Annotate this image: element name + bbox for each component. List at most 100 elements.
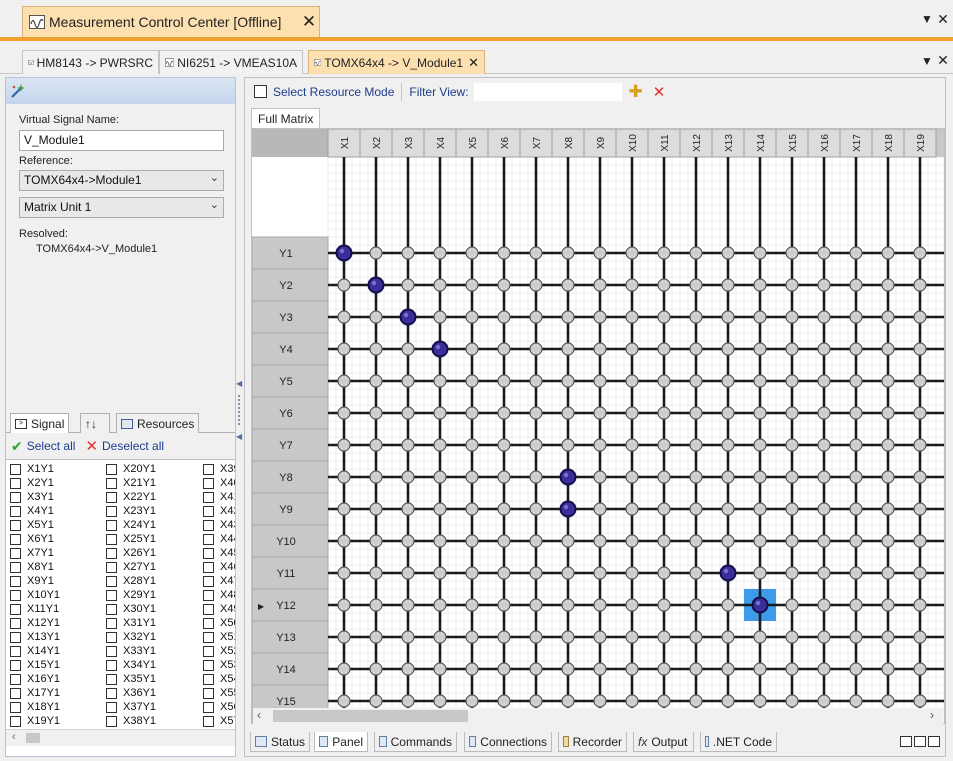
crosspoint[interactable] (785, 662, 799, 676)
tab-resources[interactable]: Resources (116, 413, 200, 433)
tab-sort[interactable]: ↑↓ (80, 413, 110, 433)
crosspoint[interactable] (849, 598, 863, 612)
crosspoint[interactable] (529, 246, 543, 260)
crosspoint[interactable] (913, 374, 927, 388)
crosspoint[interactable] (753, 470, 767, 484)
signal-checkbox[interactable]: X29Y1 (106, 588, 156, 602)
signal-checkbox[interactable]: X20Y1 (106, 462, 156, 476)
crosspoint[interactable] (529, 694, 543, 708)
crosspoint[interactable] (401, 406, 415, 420)
signal-checkbox[interactable]: X38Y1 (106, 714, 156, 728)
crosspoint[interactable] (625, 694, 639, 708)
signal-checkbox[interactable]: X50 (203, 616, 235, 630)
crosspoint[interactable] (785, 598, 799, 612)
crosspoint[interactable] (497, 406, 511, 420)
crosspoint[interactable] (625, 470, 639, 484)
crosspoint[interactable] (849, 662, 863, 676)
tab-commands[interactable]: Commands (374, 732, 457, 752)
crosspoint[interactable] (913, 662, 927, 676)
signal-checkbox[interactable]: X57 (203, 714, 235, 728)
crosspoint[interactable] (561, 566, 575, 580)
crosspoint[interactable] (497, 438, 511, 452)
crosspoint[interactable] (433, 662, 447, 676)
signal-checkbox[interactable]: X49 (203, 602, 235, 616)
signal-checkbox[interactable]: X16Y1 (10, 672, 60, 686)
crosspoint[interactable] (753, 630, 767, 644)
switch-matrix-grid[interactable]: X1 X2 X3 X4 X5 X6 X7 X8 X9 X10 X11 X12 X13 X14 X15 X16 X… (252, 129, 945, 724)
crosspoint[interactable] (497, 566, 511, 580)
signal-checkbox[interactable]: X23Y1 (106, 504, 156, 518)
signal-checkbox[interactable]: X34Y1 (106, 658, 156, 672)
crosspoint[interactable] (721, 278, 735, 292)
signal-checkbox[interactable]: X5Y1 (10, 518, 54, 532)
crosspoint[interactable] (849, 438, 863, 452)
crosspoint[interactable] (433, 694, 447, 708)
crosspoint[interactable] (817, 438, 831, 452)
crosspoint[interactable] (657, 342, 671, 356)
crosspoint[interactable] (337, 342, 351, 356)
crosspoint[interactable] (561, 694, 575, 708)
crosspoint[interactable] (913, 598, 927, 612)
crosspoint[interactable] (785, 278, 799, 292)
crosspoint[interactable] (497, 470, 511, 484)
signal-checkbox[interactable]: X1Y1 (10, 462, 54, 476)
crosspoint[interactable] (849, 310, 863, 324)
crosspoint[interactable] (849, 566, 863, 580)
crosspoint[interactable] (689, 598, 703, 612)
wand-icon[interactable] (10, 83, 26, 99)
signal-checkbox[interactable]: X13Y1 (10, 630, 60, 644)
unit-select[interactable]: Matrix Unit 1 ⌄ (19, 197, 224, 218)
crosspoint[interactable] (689, 630, 703, 644)
crosspoint[interactable] (817, 662, 831, 676)
signal-checkbox[interactable]: X26Y1 (106, 546, 156, 560)
scroll-left-icon[interactable]: ‹ (257, 708, 261, 722)
crosspoint[interactable] (881, 342, 895, 356)
crosspoint[interactable] (881, 598, 895, 612)
crosspoint[interactable] (369, 246, 383, 260)
crosspoint[interactable] (849, 246, 863, 260)
crosspoint[interactable] (401, 598, 415, 612)
crosspoint[interactable] (785, 470, 799, 484)
crosspoint[interactable] (465, 630, 479, 644)
crosspoint[interactable] (465, 534, 479, 548)
crosspoint[interactable] (465, 502, 479, 516)
signal-checkbox[interactable]: X52 (203, 644, 235, 658)
crosspoint[interactable] (689, 502, 703, 516)
crosspoint[interactable] (465, 662, 479, 676)
crosspoint[interactable] (561, 662, 575, 676)
crosspoint[interactable] (433, 310, 447, 324)
crosspoint[interactable] (433, 278, 447, 292)
crosspoint[interactable] (497, 374, 511, 388)
crosspoint[interactable] (529, 470, 543, 484)
connected-crosspoint[interactable] (719, 564, 737, 582)
crosspoint[interactable] (913, 470, 927, 484)
connected-crosspoint[interactable] (559, 500, 577, 518)
crosspoint[interactable] (337, 310, 351, 324)
crosspoint[interactable] (721, 662, 735, 676)
crosspoint[interactable] (625, 374, 639, 388)
crosspoint[interactable] (337, 374, 351, 388)
crosspoint[interactable] (593, 694, 607, 708)
tab-panel[interactable]: Panel (314, 732, 368, 752)
crosspoint[interactable] (753, 246, 767, 260)
crosspoint[interactable] (433, 566, 447, 580)
crosspoint[interactable] (433, 598, 447, 612)
crosspoint[interactable] (657, 534, 671, 548)
crosspoint[interactable] (817, 566, 831, 580)
crosspoint[interactable] (593, 598, 607, 612)
crosspoint[interactable] (785, 310, 799, 324)
crosspoint[interactable] (465, 374, 479, 388)
crosspoint[interactable] (785, 342, 799, 356)
crosspoint[interactable] (593, 278, 607, 292)
crosspoint[interactable] (849, 374, 863, 388)
crosspoint[interactable] (561, 406, 575, 420)
scroll-thumb[interactable] (26, 733, 40, 743)
crosspoint[interactable] (881, 566, 895, 580)
crosspoint[interactable] (369, 598, 383, 612)
signal-checkbox[interactable]: X7Y1 (10, 546, 54, 560)
crosspoint[interactable] (497, 502, 511, 516)
crosspoint[interactable] (849, 470, 863, 484)
tab-connections[interactable]: Connections (464, 732, 552, 752)
crosspoint[interactable] (625, 406, 639, 420)
crosspoint[interactable] (625, 278, 639, 292)
